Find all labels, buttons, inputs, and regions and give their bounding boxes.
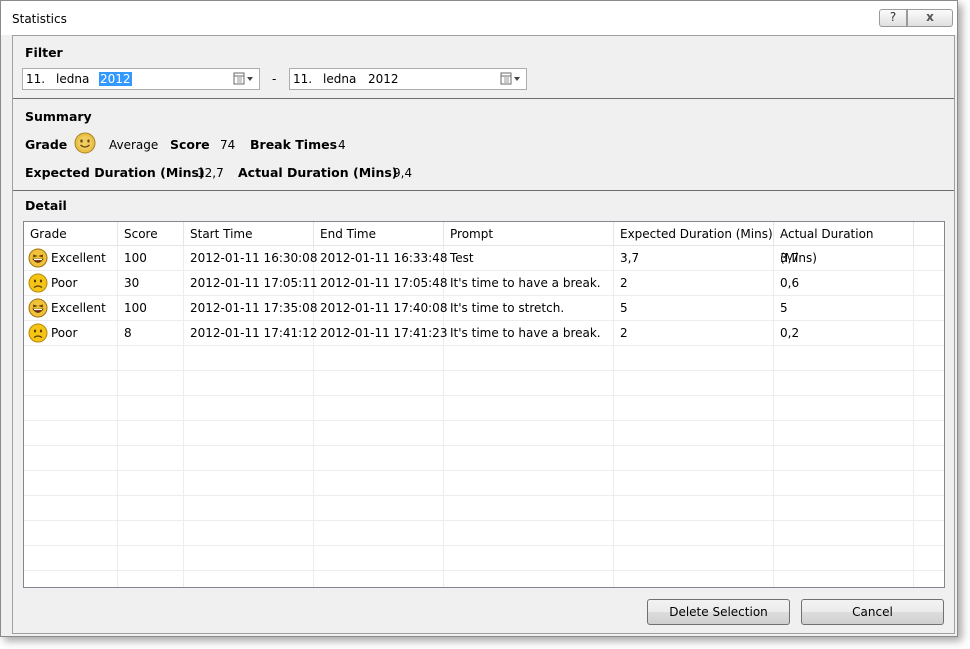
cell-score: 8 <box>124 326 132 340</box>
break-times-value: 4 <box>338 138 346 152</box>
grade-text: Excellent <box>51 301 106 315</box>
break-times-label: Break Times <box>250 137 338 152</box>
column-header-score[interactable]: Score <box>118 222 184 246</box>
calendar-dropdown-icon[interactable] <box>500 72 522 86</box>
grade-text: Excellent <box>51 251 106 265</box>
window-title: Statistics <box>12 12 67 26</box>
cell-prompt: It's time to have a break. <box>450 276 601 290</box>
smile-face-icon <box>74 132 96 154</box>
to-year[interactable]: 2012 <box>368 72 399 86</box>
empty-row <box>24 496 944 521</box>
cell-actual: 3,7 <box>780 251 800 265</box>
cell-grade: Poor <box>24 321 77 346</box>
empty-row <box>24 371 944 396</box>
cell-expected: 2 <box>620 276 628 290</box>
to-day[interactable]: 11. <box>293 72 312 86</box>
table-row[interactable]: Poor 30 2012-01-11 17:05:11 2012-01-11 17:0… <box>24 271 944 296</box>
grade-value: Average <box>109 138 159 152</box>
dialog-content: Filter 11. ledna 2012 - 11. ledna 2012 S… <box>12 35 955 634</box>
cell-grade: Excellent <box>24 246 106 271</box>
cell-actual: 5 <box>780 301 788 315</box>
expected-duration-label: Expected Duration (Mins) <box>25 165 205 180</box>
column-header-expected-duration[interactable]: Expected Duration (Mins) <box>614 222 774 246</box>
cell-start: 2012-01-11 17:41:12 <box>190 326 318 340</box>
delete-selection-button[interactable]: Delete Selection <box>647 599 790 625</box>
title-bar: Statistics ? x <box>1 1 957 35</box>
cell-end: 2012-01-11 16:33:48 <box>320 251 448 265</box>
from-day[interactable]: 11. <box>26 72 45 86</box>
table-header: Grade Score Start Time End Time Prompt E… <box>24 222 944 265</box>
column-header-actual-duration[interactable]: Actual Duration (Mins) <box>774 222 914 265</box>
column-header-start-time[interactable]: Start Time <box>184 222 314 246</box>
help-button[interactable]: ? <box>879 9 907 27</box>
sad-face-icon <box>28 273 48 292</box>
cell-score: 100 <box>124 301 147 315</box>
to-date-picker[interactable]: 11. ledna 2012 <box>289 68 527 90</box>
cell-prompt: Test <box>450 251 474 265</box>
filter-divider <box>13 98 954 99</box>
filter-heading: Filter <box>25 45 63 60</box>
score-value: 74 <box>220 138 236 152</box>
empty-row <box>24 546 944 571</box>
sad-face-icon <box>28 323 48 342</box>
grade-text: Poor <box>51 276 78 290</box>
detail-heading: Detail <box>25 198 67 213</box>
cell-prompt: It's time to stretch. <box>450 301 565 315</box>
cell-prompt: It's time to have a break. <box>450 326 601 340</box>
cell-expected: 3,7 <box>620 251 640 265</box>
cell-actual: 0,6 <box>780 276 800 290</box>
empty-row <box>24 446 944 471</box>
cell-start: 2012-01-11 17:05:11 <box>190 276 318 290</box>
expected-duration-value: 12,7 <box>197 166 224 180</box>
cell-score: 100 <box>124 251 147 265</box>
close-button[interactable]: x <box>907 9 953 27</box>
cell-start: 2012-01-11 17:35:08 <box>190 301 318 315</box>
summary-divider <box>13 190 954 191</box>
cancel-button[interactable]: Cancel <box>801 599 944 625</box>
empty-row <box>24 521 944 546</box>
cell-end: 2012-01-11 17:41:23 <box>320 326 448 340</box>
from-year[interactable]: 2012 <box>99 72 132 86</box>
grade-text: Poor <box>51 326 78 340</box>
date-range-separator: - <box>272 72 277 86</box>
cell-grade: Excellent <box>24 296 106 321</box>
actual-duration-value: 9,4 <box>393 166 413 180</box>
empty-row <box>24 571 944 587</box>
cell-start: 2012-01-11 16:30:08 <box>190 251 318 265</box>
column-header-grade[interactable]: Grade <box>24 222 118 246</box>
calendar-dropdown-icon[interactable] <box>233 72 255 86</box>
empty-row <box>24 421 944 446</box>
empty-row <box>24 471 944 496</box>
score-label: Score <box>170 137 210 152</box>
empty-row <box>24 396 944 421</box>
laughing-face-icon <box>28 298 48 317</box>
column-header-prompt[interactable]: Prompt <box>444 222 614 246</box>
cell-score: 30 <box>124 276 140 290</box>
laughing-face-icon <box>28 248 48 267</box>
detail-table[interactable]: Grade Score Start Time End Time Prompt E… <box>23 221 945 588</box>
grade-label: Grade <box>25 137 68 152</box>
cell-expected: 5 <box>620 301 628 315</box>
empty-row <box>24 346 944 371</box>
cell-grade: Poor <box>24 271 77 296</box>
column-header-end-time[interactable]: End Time <box>314 222 444 246</box>
table-row[interactable]: Excellent 100 2012-01-11 17:35:08 2012-01-1… <box>24 296 944 321</box>
to-month[interactable]: ledna <box>323 72 356 86</box>
statistics-dialog: Statistics ? x Filter 11. ledna 2012 - 1… <box>0 0 958 637</box>
from-month[interactable]: ledna <box>56 72 89 86</box>
cell-expected: 2 <box>620 326 628 340</box>
cell-actual: 0,2 <box>780 326 800 340</box>
summary-heading: Summary <box>25 109 92 124</box>
cell-end: 2012-01-11 17:05:48 <box>320 276 448 290</box>
cell-end: 2012-01-11 17:40:08 <box>320 301 448 315</box>
from-date-picker[interactable]: 11. ledna 2012 <box>22 68 260 90</box>
table-row[interactable]: Excellent 100 2012-01-11 16:30:08 2012-01-1… <box>24 246 944 271</box>
table-row[interactable]: Poor 8 2012-01-11 17:41:12 2012-01-11 17:41… <box>24 321 944 346</box>
actual-duration-label: Actual Duration (Mins) <box>238 165 398 180</box>
